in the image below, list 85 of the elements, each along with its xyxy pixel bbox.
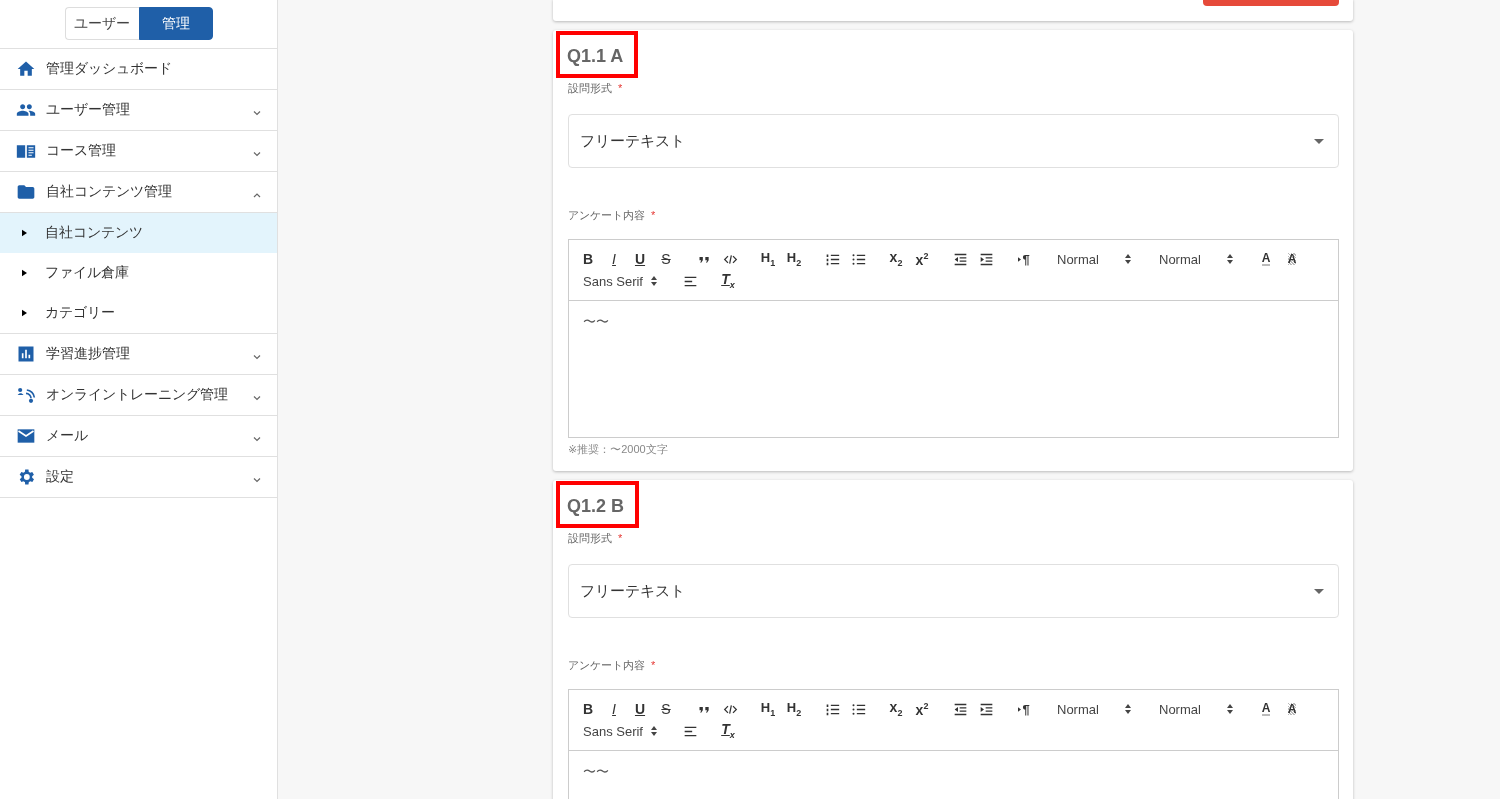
- question-title: Q1.2 B: [556, 481, 640, 528]
- submenu-item-label: ファイル倉庫: [45, 264, 129, 282]
- triangle-icon: [22, 309, 27, 317]
- field-label: 設問形式: [568, 532, 612, 544]
- menu-item-label[interactable]: オンライントレーニング管理: [46, 386, 251, 404]
- format-picker[interactable]: Normal: [1049, 248, 1139, 270]
- background-color-button[interactable]: A: [1279, 698, 1305, 720]
- format-picker[interactable]: Sans Serif: [575, 270, 665, 292]
- wave-person-icon: [16, 385, 36, 405]
- rich-text-editor[interactable]: 〜〜: [569, 301, 1338, 437]
- required-asterisk: *: [618, 532, 623, 544]
- text-direction-button[interactable]: ¶: [1011, 698, 1037, 720]
- heading-button[interactable]: H$_{1}$: [755, 248, 781, 270]
- outdent-icon: [952, 701, 968, 717]
- format-picker[interactable]: Normal: [1151, 248, 1241, 270]
- question-title: Q1.1 A: [556, 31, 639, 78]
- triangle-icon: [1018, 706, 1022, 712]
- format-picker[interactable]: Normal: [1049, 698, 1139, 720]
- menu-item-label[interactable]: 管理ダッシュボード: [46, 60, 263, 78]
- rich-text-editor[interactable]: 〜〜: [569, 751, 1338, 799]
- clear-format-button[interactable]: T$_{x}$: [715, 720, 741, 742]
- submenu-item[interactable]: 自社コンテンツ: [0, 213, 277, 253]
- bullet-list-icon: [850, 701, 866, 717]
- bar-chart-icon: [16, 344, 36, 364]
- triangle-icon: [1018, 256, 1022, 262]
- up-down-arrows-icon: [651, 276, 657, 286]
- dropdown-caret-icon: [1314, 588, 1324, 594]
- script-button[interactable]: x$^{2}$: [909, 248, 935, 270]
- heading-button[interactable]: H$_{2}$: [781, 698, 807, 720]
- menu-item-label[interactable]: コース管理: [46, 142, 251, 160]
- indent-icon: [978, 251, 994, 267]
- mail-icon: [16, 426, 36, 446]
- field-label: 設問形式: [568, 82, 612, 94]
- menu-item-label[interactable]: メール: [46, 427, 251, 445]
- script-button[interactable]: x$^{2}$: [909, 698, 935, 720]
- format-picker[interactable]: Normal: [1151, 698, 1241, 720]
- format-picker[interactable]: Sans Serif: [575, 720, 665, 742]
- outdent-icon: [952, 251, 968, 267]
- script-button[interactable]: x$_{2}$: [883, 248, 909, 270]
- indent-icon: [978, 701, 994, 717]
- italic-button[interactable]: I: [601, 698, 627, 720]
- script-button[interactable]: x$_{2}$: [883, 698, 909, 720]
- up-down-arrows-icon: [1125, 704, 1131, 714]
- heading-button[interactable]: H$_{1}$: [755, 698, 781, 720]
- background-color-button[interactable]: A: [1279, 248, 1305, 270]
- mode-tab[interactable]: ユーザー: [64, 7, 139, 40]
- up-down-arrows-icon: [1227, 254, 1233, 264]
- required-asterisk: *: [651, 209, 656, 221]
- text-color-button[interactable]: A: [1253, 698, 1279, 720]
- italic-button[interactable]: I: [601, 248, 627, 270]
- mode-tab[interactable]: 管理: [138, 7, 213, 40]
- question-type-select[interactable]: フリーテキスト: [568, 564, 1339, 618]
- bold-button[interactable]: B: [575, 248, 601, 270]
- menu-item-label[interactable]: 自社コンテンツ管理: [46, 183, 251, 201]
- up-down-arrows-icon: [1227, 704, 1233, 714]
- menu-item-label[interactable]: 設定: [46, 468, 251, 486]
- text-direction-button[interactable]: ¶: [1011, 248, 1037, 270]
- submenu-item[interactable]: カテゴリー: [0, 293, 277, 333]
- up-down-arrows-icon: [1125, 254, 1131, 264]
- field-label: アンケート内容: [568, 659, 645, 671]
- strikethrough-button[interactable]: S: [653, 698, 679, 720]
- underline-button[interactable]: U: [627, 698, 653, 720]
- home-icon: [16, 59, 36, 79]
- bold-button[interactable]: B: [575, 698, 601, 720]
- strikethrough-button[interactable]: S: [653, 248, 679, 270]
- folder-icon: [16, 182, 36, 202]
- triangle-icon: [22, 229, 27, 237]
- bullet-list-icon: [850, 251, 866, 267]
- clear-format-button[interactable]: T$_{x}$: [715, 270, 741, 292]
- required-asterisk: *: [651, 659, 656, 671]
- submenu-item[interactable]: ファイル倉庫: [0, 253, 277, 293]
- heading-button[interactable]: H$_{2}$: [781, 248, 807, 270]
- question-type-select[interactable]: フリーテキスト: [568, 114, 1339, 168]
- field-label: アンケート内容: [568, 209, 645, 221]
- submenu-item-label: カテゴリー: [45, 304, 115, 322]
- dropdown-caret-icon: [1314, 138, 1324, 144]
- required-asterisk: *: [618, 82, 623, 94]
- up-down-arrows-icon: [651, 726, 657, 736]
- underline-button[interactable]: U: [627, 248, 653, 270]
- menu-item-label[interactable]: ユーザー管理: [46, 101, 251, 119]
- submenu-item-label: 自社コンテンツ: [45, 224, 143, 242]
- menu-item-label[interactable]: 学習進捗管理: [46, 345, 251, 363]
- text-color-button[interactable]: A: [1253, 248, 1279, 270]
- hint-text: ※推奨：〜2000文字: [568, 442, 669, 457]
- triangle-icon: [22, 269, 27, 277]
